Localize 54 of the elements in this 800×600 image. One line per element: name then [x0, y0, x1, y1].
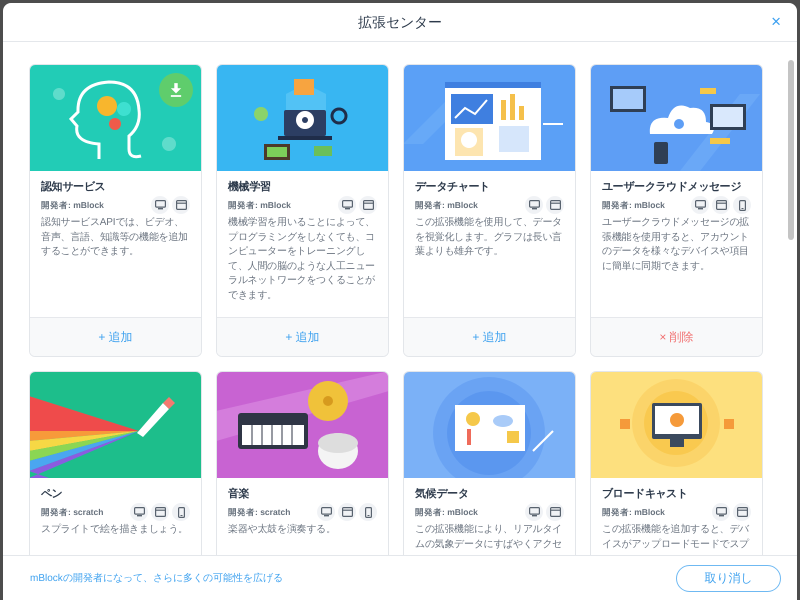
developer-label: 開発者: mBlock: [415, 506, 478, 518]
monitor-icon: [154, 200, 166, 210]
phone-icon: [364, 506, 372, 518]
monitor-icon: [694, 200, 706, 210]
monitor-icon: [134, 507, 144, 517]
monitor-icon: [528, 507, 540, 517]
extension-description: 楽器や太鼓を演奏する。: [228, 523, 337, 537]
extension-card[interactable]: 機械学習 開発者: mBlock 機械学習を用いることによって、 プログラミングをしなくても、コ ンピューターをトレーニングし て、人間の脳のような人工ニュー ラルネットワークをつくることが できます。 + 追加: [216, 64, 389, 357]
extension-title: 機械学習: [228, 180, 271, 195]
monitor-icon: [320, 507, 332, 517]
extension-description: 認知サービスAPIでは、ビデオ、 音声、言語、知識等の機能を追加 することができます。: [41, 216, 190, 259]
developer-label: 開発者: scratch: [228, 506, 290, 518]
developer-label: 開発者: mBlock: [41, 198, 104, 212]
extension-card[interactable]: 音楽 開発者: scratch 楽器や太鼓を演奏する。: [216, 371, 389, 555]
extension-title: データチャート: [415, 180, 490, 195]
browser-window-icon: [176, 200, 186, 210]
developer-label: 開発者: mBlock: [602, 506, 665, 518]
extension-description: スプライトで絵を描きましょう。: [41, 523, 190, 537]
extension-title: 音楽: [228, 486, 250, 502]
developer-label: 開発者: mBlock: [415, 198, 478, 212]
extension-card[interactable]: ペン 開発者: scratch スプライトで絵を描きましょう。: [29, 371, 202, 555]
dialog-title: 拡張センター: [358, 14, 442, 30]
extension-card[interactable]: 認知サービス 開発者: mBlock 認知サービスAPIでは、ビデオ、 音声、言語、知識等の機能を追加 することができます。 + 追加: [29, 64, 202, 357]
browser-window-icon: [550, 507, 560, 517]
browser-window-icon: [550, 200, 560, 210]
extension-description: この拡張機能により、リアルタイ ムの気象データにすばやくアクセ: [415, 523, 564, 552]
browser-window-icon: [716, 200, 726, 210]
developer-label: 開発者: mBlock: [228, 198, 291, 212]
monitor-icon: [342, 200, 352, 210]
extension-card[interactable]: 気候データ 開発者: mBlock この拡張機能により、リアルタイ ムの気象データにすばやくアクセ: [403, 371, 576, 555]
monitor-icon: [716, 507, 726, 517]
extension-card[interactable]: ブロードキャスト 開発者: mBlock この拡張機能を追加すると、デバ イスがアップロードモードでスプ: [590, 371, 763, 555]
extension-title: ペン: [41, 487, 62, 502]
extension-card[interactable]: ユーザークラウドメッセージ 開発者: mBlock ユーザークラウドメッセージの拡 張機能を使用すると、アカウント のデータを様々なデバイスや項目 に簡単に同期できます。 × 削除: [590, 64, 763, 357]
extension-description: この拡張機能を使用して、データ を視覚化します。グラフは長い言 葉よりも雄弁です。: [415, 216, 564, 259]
extension-description: ユーザークラウドメッセージの拡 張機能を使用すると、アカウント のデータを様々なデバイスや項目 に簡単に同期できます。: [602, 216, 750, 274]
extension-card[interactable]: データチャート 開発者: mBlock この拡張機能を使用して、データ を視覚化します。グラフは長い言 葉よりも雄弁です。 + 追加: [403, 64, 576, 357]
monitor-icon: [528, 200, 540, 210]
phone-icon: [738, 200, 746, 210]
browser-window-icon: [342, 507, 352, 517]
extension-title: 気候データ: [415, 487, 469, 502]
scrollbar-thumb[interactable]: [788, 60, 794, 240]
extension-title: 認知サービス: [41, 180, 106, 195]
developer-label: 開発者: scratch: [41, 506, 104, 518]
download-icon: [170, 83, 182, 97]
developer-label: 開発者: mBlock: [602, 198, 665, 212]
browser-window-icon: [362, 200, 374, 210]
browser-window-icon: [736, 507, 748, 517]
extension-description: この拡張機能を追加すると、デバ イスがアップロードモードでスプ: [602, 523, 750, 552]
extension-title: ブロードキャスト: [602, 486, 688, 502]
extension-description: 機械学習を用いることによって、 プログラミングをしなくても、コ ンピューターをトレーニングし て、人間の脳のような人工ニュー ラルネットワークをつくることが できます。: [228, 216, 376, 302]
phone-icon: [178, 506, 184, 518]
browser-window-icon: [154, 507, 166, 517]
extension-title: ユーザークラウドメッセージ: [602, 180, 742, 195]
